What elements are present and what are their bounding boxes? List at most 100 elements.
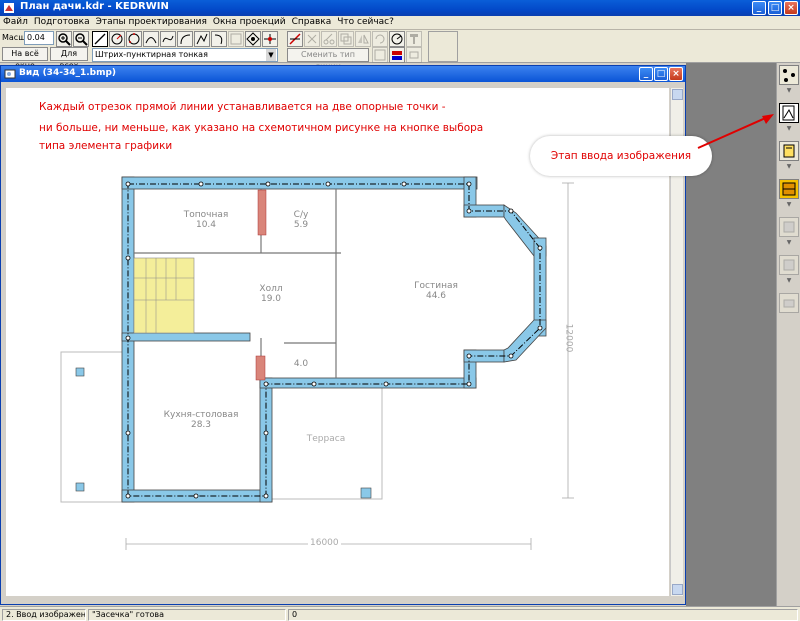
minimize-button[interactable]: _: [752, 1, 766, 15]
room-area: 5.9: [293, 220, 309, 230]
chevron-down-icon: ▼: [786, 277, 792, 284]
room-label-terrace: Терраса: [301, 434, 351, 444]
line-tool-button[interactable]: [92, 31, 108, 47]
outline-left-porch: [60, 351, 127, 503]
zoom-in-button[interactable]: [56, 31, 72, 47]
chevron-down-icon: ▼: [786, 239, 792, 246]
layer-tool-button[interactable]: [389, 47, 405, 63]
polyline-tool-button[interactable]: [194, 31, 210, 47]
fit-all-button[interactable]: Для всех: [50, 47, 88, 70]
points-icon: [783, 69, 795, 82]
stage-5-button[interactable]: [779, 217, 799, 237]
room-label-hall: Холл 19.0: [246, 284, 296, 304]
copy-tool-icon: [340, 33, 352, 45]
dimension-vertical: 12000: [563, 323, 574, 353]
room-area: 10.4: [195, 220, 217, 230]
circle-3pt-tool-button[interactable]: [126, 31, 142, 47]
curve-tool-button[interactable]: [177, 31, 193, 47]
chimney-top: [257, 189, 267, 236]
app-title: План дачи.kdr - KEDRWIN: [20, 1, 169, 12]
room-label-kitchen: Кухня-столовая 28.3: [161, 410, 241, 430]
room-name: Холл: [259, 284, 283, 294]
node-tool-icon: [264, 34, 276, 44]
spline-tool-button[interactable]: [160, 31, 176, 47]
line-type-value: Штрих-пунктирная тонкая: [95, 50, 208, 59]
trim-tool-button[interactable]: [287, 31, 303, 47]
rotate-tool-icon: [375, 34, 385, 44]
zoom-out-button[interactable]: [73, 31, 89, 47]
change-line-type-button[interactable]: Сменить тип линии: [287, 48, 369, 71]
chevron-down-icon: ▼: [786, 163, 792, 170]
circle-3pt-tool-icon: [128, 33, 140, 45]
status-value: 0: [288, 609, 798, 621]
arc-connect-tool-icon: [214, 34, 223, 45]
polyline-tool-icon: [196, 33, 208, 45]
wall-bottom-right: [259, 377, 477, 389]
arc-tool-icon: [145, 37, 157, 44]
trim-tool-icon: [289, 33, 301, 45]
toolbar: Масшт. 0.04 На всё окно Для всех Штрих-п…: [0, 30, 800, 71]
properties-tool-icon: [374, 49, 386, 61]
wall-top: [121, 176, 478, 190]
view-close-button[interactable]: ×: [669, 67, 683, 81]
mirror-tool-button[interactable]: [355, 31, 371, 47]
menu-file[interactable]: Файл: [0, 16, 31, 29]
fit-window-button[interactable]: На всё окно: [2, 47, 48, 70]
room-name: С/у: [293, 210, 309, 220]
stage-6-button[interactable]: [779, 255, 799, 275]
scale-input[interactable]: 0.04: [24, 31, 54, 45]
cut-tool-button[interactable]: [321, 31, 337, 47]
layers-icon: [783, 259, 795, 271]
zoom-out-icon: [75, 33, 88, 46]
menu-help[interactable]: Справка: [289, 16, 335, 29]
hammer-tool-icon: [410, 34, 418, 44]
menu-whats-now[interactable]: Что сейчас?: [334, 16, 397, 29]
arc-connect-tool-button[interactable]: [211, 31, 227, 47]
arc-tool-button[interactable]: [143, 31, 159, 47]
scroll-up-button[interactable]: [672, 89, 683, 100]
status-message: "Засечка" готова: [88, 609, 286, 621]
properties-tool-button[interactable]: [372, 47, 388, 63]
erase-tool-button[interactable]: [406, 47, 422, 63]
scroll-down-button[interactable]: [672, 584, 683, 595]
stage-geometry-button[interactable]: [779, 179, 799, 199]
app-icon: [4, 3, 14, 13]
status-bar: 2. Ввод изображения "Засечка" готова 0: [0, 606, 800, 621]
delete-tool-icon: [307, 34, 317, 44]
room-area: 19.0: [260, 294, 282, 304]
hatch-tool-icon: [230, 33, 242, 45]
menu-projections[interactable]: Окна проекций: [210, 16, 289, 29]
line-tool-icon: [94, 33, 106, 45]
circle-tool-button[interactable]: [109, 31, 125, 47]
stairs-fill: [133, 257, 195, 334]
room-area: 4.0: [293, 359, 309, 369]
measure-tool-icon: [391, 33, 403, 45]
maximize-button[interactable]: □: [768, 1, 782, 15]
stage-image-input-button[interactable]: [779, 103, 799, 123]
view-maximize-button[interactable]: □: [654, 67, 668, 81]
rotate-tool-button[interactable]: [372, 31, 388, 47]
stage-trace-button[interactable]: [779, 141, 799, 161]
view-minimize-button[interactable]: _: [639, 67, 653, 81]
room-name: Кухня-столовая: [163, 410, 239, 420]
delete-tool-button[interactable]: [304, 31, 320, 47]
room-name: Топочная: [183, 210, 229, 220]
zoom-in-icon: [58, 33, 71, 46]
line-type-select[interactable]: Штрих-пунктирная тонкая ▼: [92, 48, 278, 62]
grid-icon: [783, 221, 795, 233]
menu-stages[interactable]: Этапы проектирования: [93, 16, 210, 29]
hatch-tool-button[interactable]: [228, 31, 244, 47]
chevron-down-icon: ▼: [266, 49, 276, 61]
stage-7-button[interactable]: [779, 293, 799, 313]
stage-prepare-button[interactable]: [779, 65, 799, 85]
snap-tool-button[interactable]: [245, 31, 261, 47]
menu-prepare[interactable]: Подготовка: [31, 16, 93, 29]
chevron-down-icon: ▼: [786, 201, 792, 208]
hammer-tool-button[interactable]: [406, 31, 422, 47]
node-tool-button[interactable]: [262, 31, 278, 47]
close-button[interactable]: ×: [784, 1, 798, 15]
chevron-down-icon: ▼: [786, 125, 792, 132]
spline-tool-icon: [162, 35, 174, 43]
measure-tool-button[interactable]: [389, 31, 405, 47]
copy-tool-button[interactable]: [338, 31, 354, 47]
